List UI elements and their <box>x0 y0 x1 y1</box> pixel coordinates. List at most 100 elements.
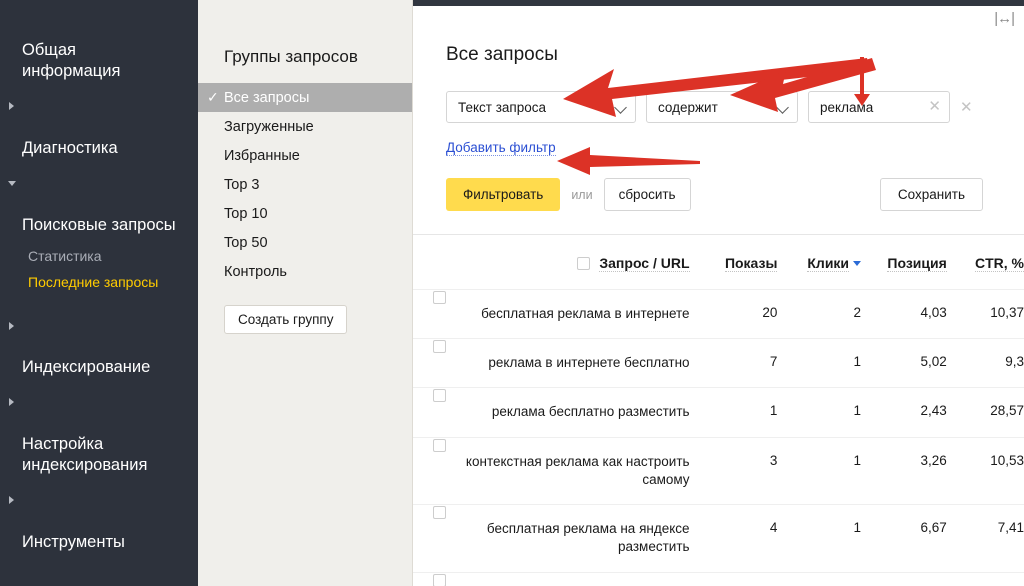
table-row[interactable]: яндекс директ реклама за счет конкуренто… <box>413 571 1024 586</box>
row-checkbox[interactable] <box>433 573 446 586</box>
cell-shows: 1 <box>689 571 778 586</box>
sidebar-subitem-poslednie-zaprosy[interactable]: Последние запросы <box>0 269 198 295</box>
row-checkbox[interactable] <box>433 506 446 520</box>
cell-position: 1 <box>861 571 947 586</box>
sidebar-subitem-label: Последние запросы <box>28 273 159 290</box>
filter-field-select-value: Текст запроса <box>458 99 547 115</box>
table-row[interactable]: реклама бесплатно разместить 1 1 2,43 28… <box>413 387 1024 438</box>
cell-position: 5,02 <box>861 338 947 388</box>
cell-ctr: 10,37 <box>946 288 1024 339</box>
create-group-button[interactable]: Создать группу <box>224 305 348 334</box>
check-icon: ✓ <box>207 89 219 105</box>
cell-clicks: 1 <box>777 387 862 438</box>
cell-shows: 7 <box>689 338 778 388</box>
filter-condition-select-value: содержит <box>658 99 718 115</box>
cell-position: 6,67 <box>861 504 947 573</box>
table-row[interactable]: контекстная реклама как настроить самому… <box>413 436 1024 505</box>
cell-position: 4,03 <box>861 288 947 339</box>
column-header-clicks[interactable]: Клики <box>777 235 862 290</box>
cell-ctr: 9,3 <box>946 338 1024 388</box>
sidebar-item-diagnostika[interactable]: Диагностика <box>0 89 198 166</box>
horizontal-resize-icon[interactable]: |↔| <box>994 10 1015 27</box>
column-header-label: Клики <box>807 255 850 272</box>
group-item-kontrol[interactable]: Контроль <box>198 257 412 286</box>
select-all-checkbox[interactable] <box>577 256 591 270</box>
row-checkbox[interactable] <box>433 389 446 403</box>
cell-ctr: 100 <box>946 571 1024 586</box>
apply-filter-button[interactable]: Фильтровать <box>446 178 561 211</box>
group-item-top-50[interactable]: Top 50 <box>198 228 412 257</box>
group-item-izbrannye[interactable]: Избранные <box>198 141 412 170</box>
cell-query: контекстная реклама как настроить самому <box>413 436 690 505</box>
reset-filter-button[interactable]: сбросить <box>603 178 691 211</box>
group-item-label: Top 3 <box>224 176 260 193</box>
sidebar-nav: Общая информация Диагностика Поисковые з… <box>0 6 198 586</box>
create-group-wrapper: Создать группу <box>198 286 412 334</box>
group-item-label: Top 50 <box>224 234 268 251</box>
row-checkbox[interactable] <box>433 291 446 304</box>
sidebar-item-nastrojka-indeksirovaniya[interactable]: Настройка индексирования <box>0 385 198 483</box>
group-item-top-10[interactable]: Top 10 <box>198 199 412 228</box>
chevron-down-icon <box>776 101 789 114</box>
sort-desc-icon <box>853 260 862 266</box>
table-row[interactable]: бесплатная реклама в интернете 20 2 4,03… <box>413 288 1024 339</box>
cell-query: бесплатная реклама на яндексе разместить <box>413 504 690 573</box>
sidebar-subitem-statistika[interactable]: Статистика <box>0 243 198 269</box>
query-text: реклама в интернете бесплатно <box>488 355 690 371</box>
group-item-label: Избранные <box>224 147 300 164</box>
save-button[interactable]: Сохранить <box>879 178 983 211</box>
cell-clicks: 1 <box>777 338 862 388</box>
group-item-vse-zaprosy[interactable]: ✓ Все запросы <box>198 83 412 112</box>
group-item-label: Top 10 <box>224 205 268 222</box>
cell-query: яндекс директ реклама за счет конкуренто… <box>413 571 690 586</box>
sidebar-item-indeksirovanie[interactable]: Индексирование <box>0 309 198 386</box>
column-header-label: CTR, % <box>975 255 1024 272</box>
group-item-top-3[interactable]: Top 3 <box>198 170 412 199</box>
cell-ctr: 10,53 <box>946 436 1024 505</box>
or-label: или <box>571 187 593 202</box>
cell-query: реклама в интернете бесплатно <box>413 338 690 388</box>
column-header-ctr[interactable]: CTR, % <box>947 235 1024 290</box>
sidebar-item-prava-dostupa[interactable]: Права доступа <box>0 560 198 586</box>
add-filter-link[interactable]: Добавить фильтр <box>446 140 556 156</box>
query-text: контекстная реклама как настроить самому <box>465 453 690 487</box>
group-item-label: Загруженные <box>224 118 314 135</box>
cell-clicks: 1 <box>777 436 862 505</box>
query-text: бесплатная реклама в интернете <box>481 306 690 321</box>
group-item-zagruzhennye[interactable]: Загруженные <box>198 112 412 141</box>
table-row[interactable]: реклама в интернете бесплатно 7 1 5,02 9… <box>413 338 1024 388</box>
queries-table: Запрос / URL Показы Клики Позиция CTR, % <box>413 235 1024 586</box>
filter-condition-select[interactable]: содержит <box>646 91 798 123</box>
cell-position: 3,26 <box>861 436 947 505</box>
chevron-down-icon <box>8 180 16 186</box>
group-item-label: Контроль <box>224 263 287 280</box>
cell-shows: 3 <box>689 436 778 505</box>
filter-value-text: реклама <box>820 99 874 115</box>
column-header-shows[interactable]: Показы <box>690 235 778 290</box>
table-header-row: Запрос / URL Показы Клики Позиция CTR, % <box>413 235 1024 290</box>
column-header-position[interactable]: Позиция <box>861 235 947 290</box>
sidebar-item-poiskovye-zaprosy[interactable]: Поисковые запросы <box>0 166 198 243</box>
clear-value-icon[interactable]: ✕ <box>928 99 941 114</box>
chevron-right-icon <box>9 321 14 330</box>
left-sidebar: Общая информация Диагностика Поисковые з… <box>0 0 198 586</box>
sidebar-item-instrumenty[interactable]: Инструменты <box>0 483 198 560</box>
column-header-label: Показы <box>724 255 778 272</box>
row-checkbox[interactable] <box>433 340 446 354</box>
row-checkbox[interactable] <box>433 438 446 452</box>
filter-value-input[interactable]: реклама ✕ <box>808 91 950 123</box>
cell-clicks: 1 <box>777 571 862 586</box>
remove-filter-icon[interactable]: ✕ <box>960 100 973 115</box>
main-content: |↔| Все запросы Текст запроса содержит р… <box>413 6 1024 586</box>
table-row[interactable]: бесплатная реклама на яндексе разместить… <box>413 504 1024 573</box>
sidebar-item-obshaya-informaciya[interactable]: Общая информация <box>0 12 198 89</box>
chevron-right-icon <box>9 398 14 407</box>
query-text: реклама бесплатно разместить <box>491 404 690 420</box>
sidebar-item-label: Инструменты <box>22 533 125 552</box>
column-header-label: Запрос / URL <box>599 255 690 272</box>
cell-position: 2,43 <box>861 387 947 438</box>
chevron-right-icon <box>9 496 14 505</box>
column-header-query-url[interactable]: Запрос / URL <box>413 235 690 290</box>
filter-field-select[interactable]: Текст запроса <box>446 91 636 123</box>
sidebar-item-label: Настройка индексирования <box>22 435 148 475</box>
